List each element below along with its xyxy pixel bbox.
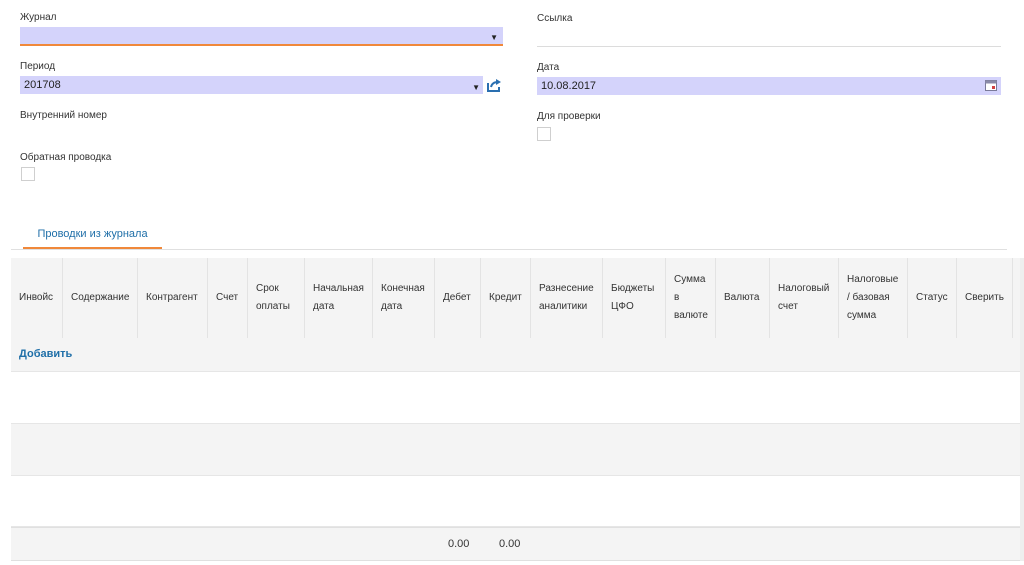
tab-label: Проводки из журнала [37,228,148,240]
period-label: Период [20,61,56,72]
link-input[interactable] [537,28,1001,47]
credit-total: 0.00 [499,538,521,550]
column-header[interactable]: Кредит [481,258,531,338]
table-row[interactable] [11,424,1020,476]
add-row: Добавить [11,338,1020,372]
calendar-icon[interactable] [985,80,997,91]
link-label: Ссылка [537,13,573,24]
column-header[interactable]: Содержание [63,258,138,338]
period-select[interactable]: 201708 ▼ [20,76,483,94]
column-header[interactable]: Сумма в валюте [666,258,716,338]
period-value: 201708 [24,79,61,91]
date-label: Дата [537,62,560,73]
internal-number-label: Внутренний номер [20,110,107,121]
column-header[interactable]: Начальная дата [305,258,373,338]
column-header[interactable]: Срок оплаты [248,258,305,338]
column-header[interactable]: Валюта [716,258,770,338]
journal-label: Журнал [20,12,57,23]
totals-row: 0.00 0.00 [11,527,1020,561]
column-header[interactable]: Разнесение аналитики [531,258,603,338]
add-button[interactable]: Добавить [19,348,72,360]
date-input[interactable]: 10.08.2017 [537,77,1001,95]
vertical-scrollbar[interactable] [1020,258,1024,561]
journal-select[interactable]: ▼ [20,27,503,46]
column-header[interactable]: Налоговый счет [770,258,839,338]
column-header[interactable]: Сверить [957,258,1013,338]
table-row[interactable] [11,476,1020,527]
tab-journal-entries[interactable]: Проводки из журнала [23,226,162,249]
reverse-entry-label: Обратная проводка [20,152,112,163]
for-check-checkbox[interactable] [537,127,551,141]
column-header[interactable]: Счет [208,258,248,338]
column-header[interactable]: Дебет [435,258,481,338]
table-row[interactable] [11,372,1020,424]
date-value: 10.08.2017 [541,80,597,92]
chevron-down-icon[interactable]: ▼ [490,31,498,45]
column-header[interactable]: Контрагент [138,258,208,338]
column-header[interactable]: Бюджеты ЦФО [603,258,666,338]
debit-total: 0.00 [448,538,470,550]
chevron-down-icon[interactable]: ▼ [472,81,480,95]
column-header[interactable]: Инвойс [11,258,63,338]
for-check-label: Для проверки [537,111,601,122]
reverse-entry-checkbox[interactable] [21,167,35,181]
tab-divider [11,249,1007,250]
column-header[interactable]: Налоговые / базовая сумма [839,258,908,338]
column-header[interactable]: Конечная дата [373,258,435,338]
grid-header: Инвойс Содержание Контрагент Счет Срок о… [11,258,1020,338]
share-icon[interactable] [486,77,502,93]
column-header[interactable]: Статус [908,258,957,338]
